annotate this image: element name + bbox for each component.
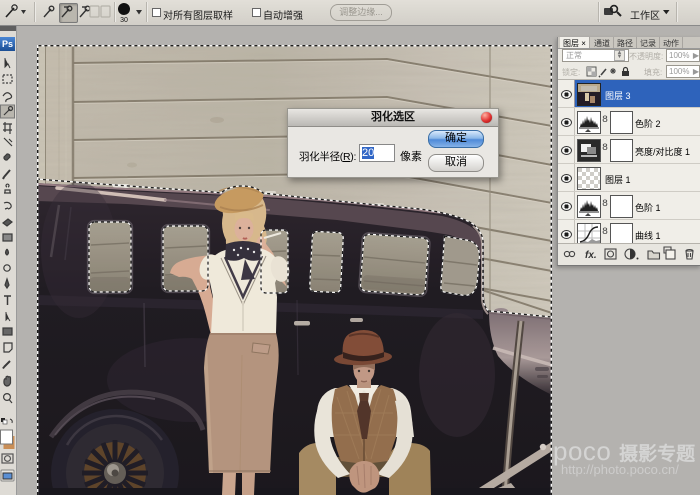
svg-text:fx.: fx. bbox=[585, 250, 597, 261]
svg-text:30: 30 bbox=[120, 17, 128, 24]
